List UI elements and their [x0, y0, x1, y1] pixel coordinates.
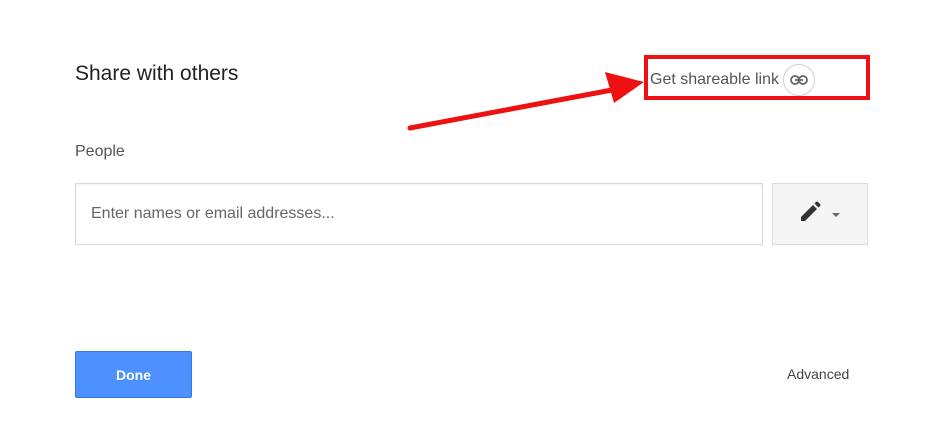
pencil-icon — [799, 201, 821, 228]
advanced-link[interactable]: Advanced — [787, 366, 849, 382]
dialog-title: Share with others — [75, 62, 239, 85]
people-input[interactable] — [75, 183, 763, 245]
people-label: People — [75, 143, 125, 160]
link-icon[interactable] — [782, 64, 815, 96]
chevron-down-icon — [831, 205, 841, 223]
done-button[interactable]: Done — [75, 351, 192, 398]
share-dialog: Share with others Get shareable link Peo… — [0, 0, 928, 446]
permission-dropdown-button[interactable] — [772, 183, 868, 245]
get-shareable-link-button[interactable]: Get shareable link — [650, 64, 815, 96]
get-shareable-link-label: Get shareable link — [650, 71, 779, 88]
